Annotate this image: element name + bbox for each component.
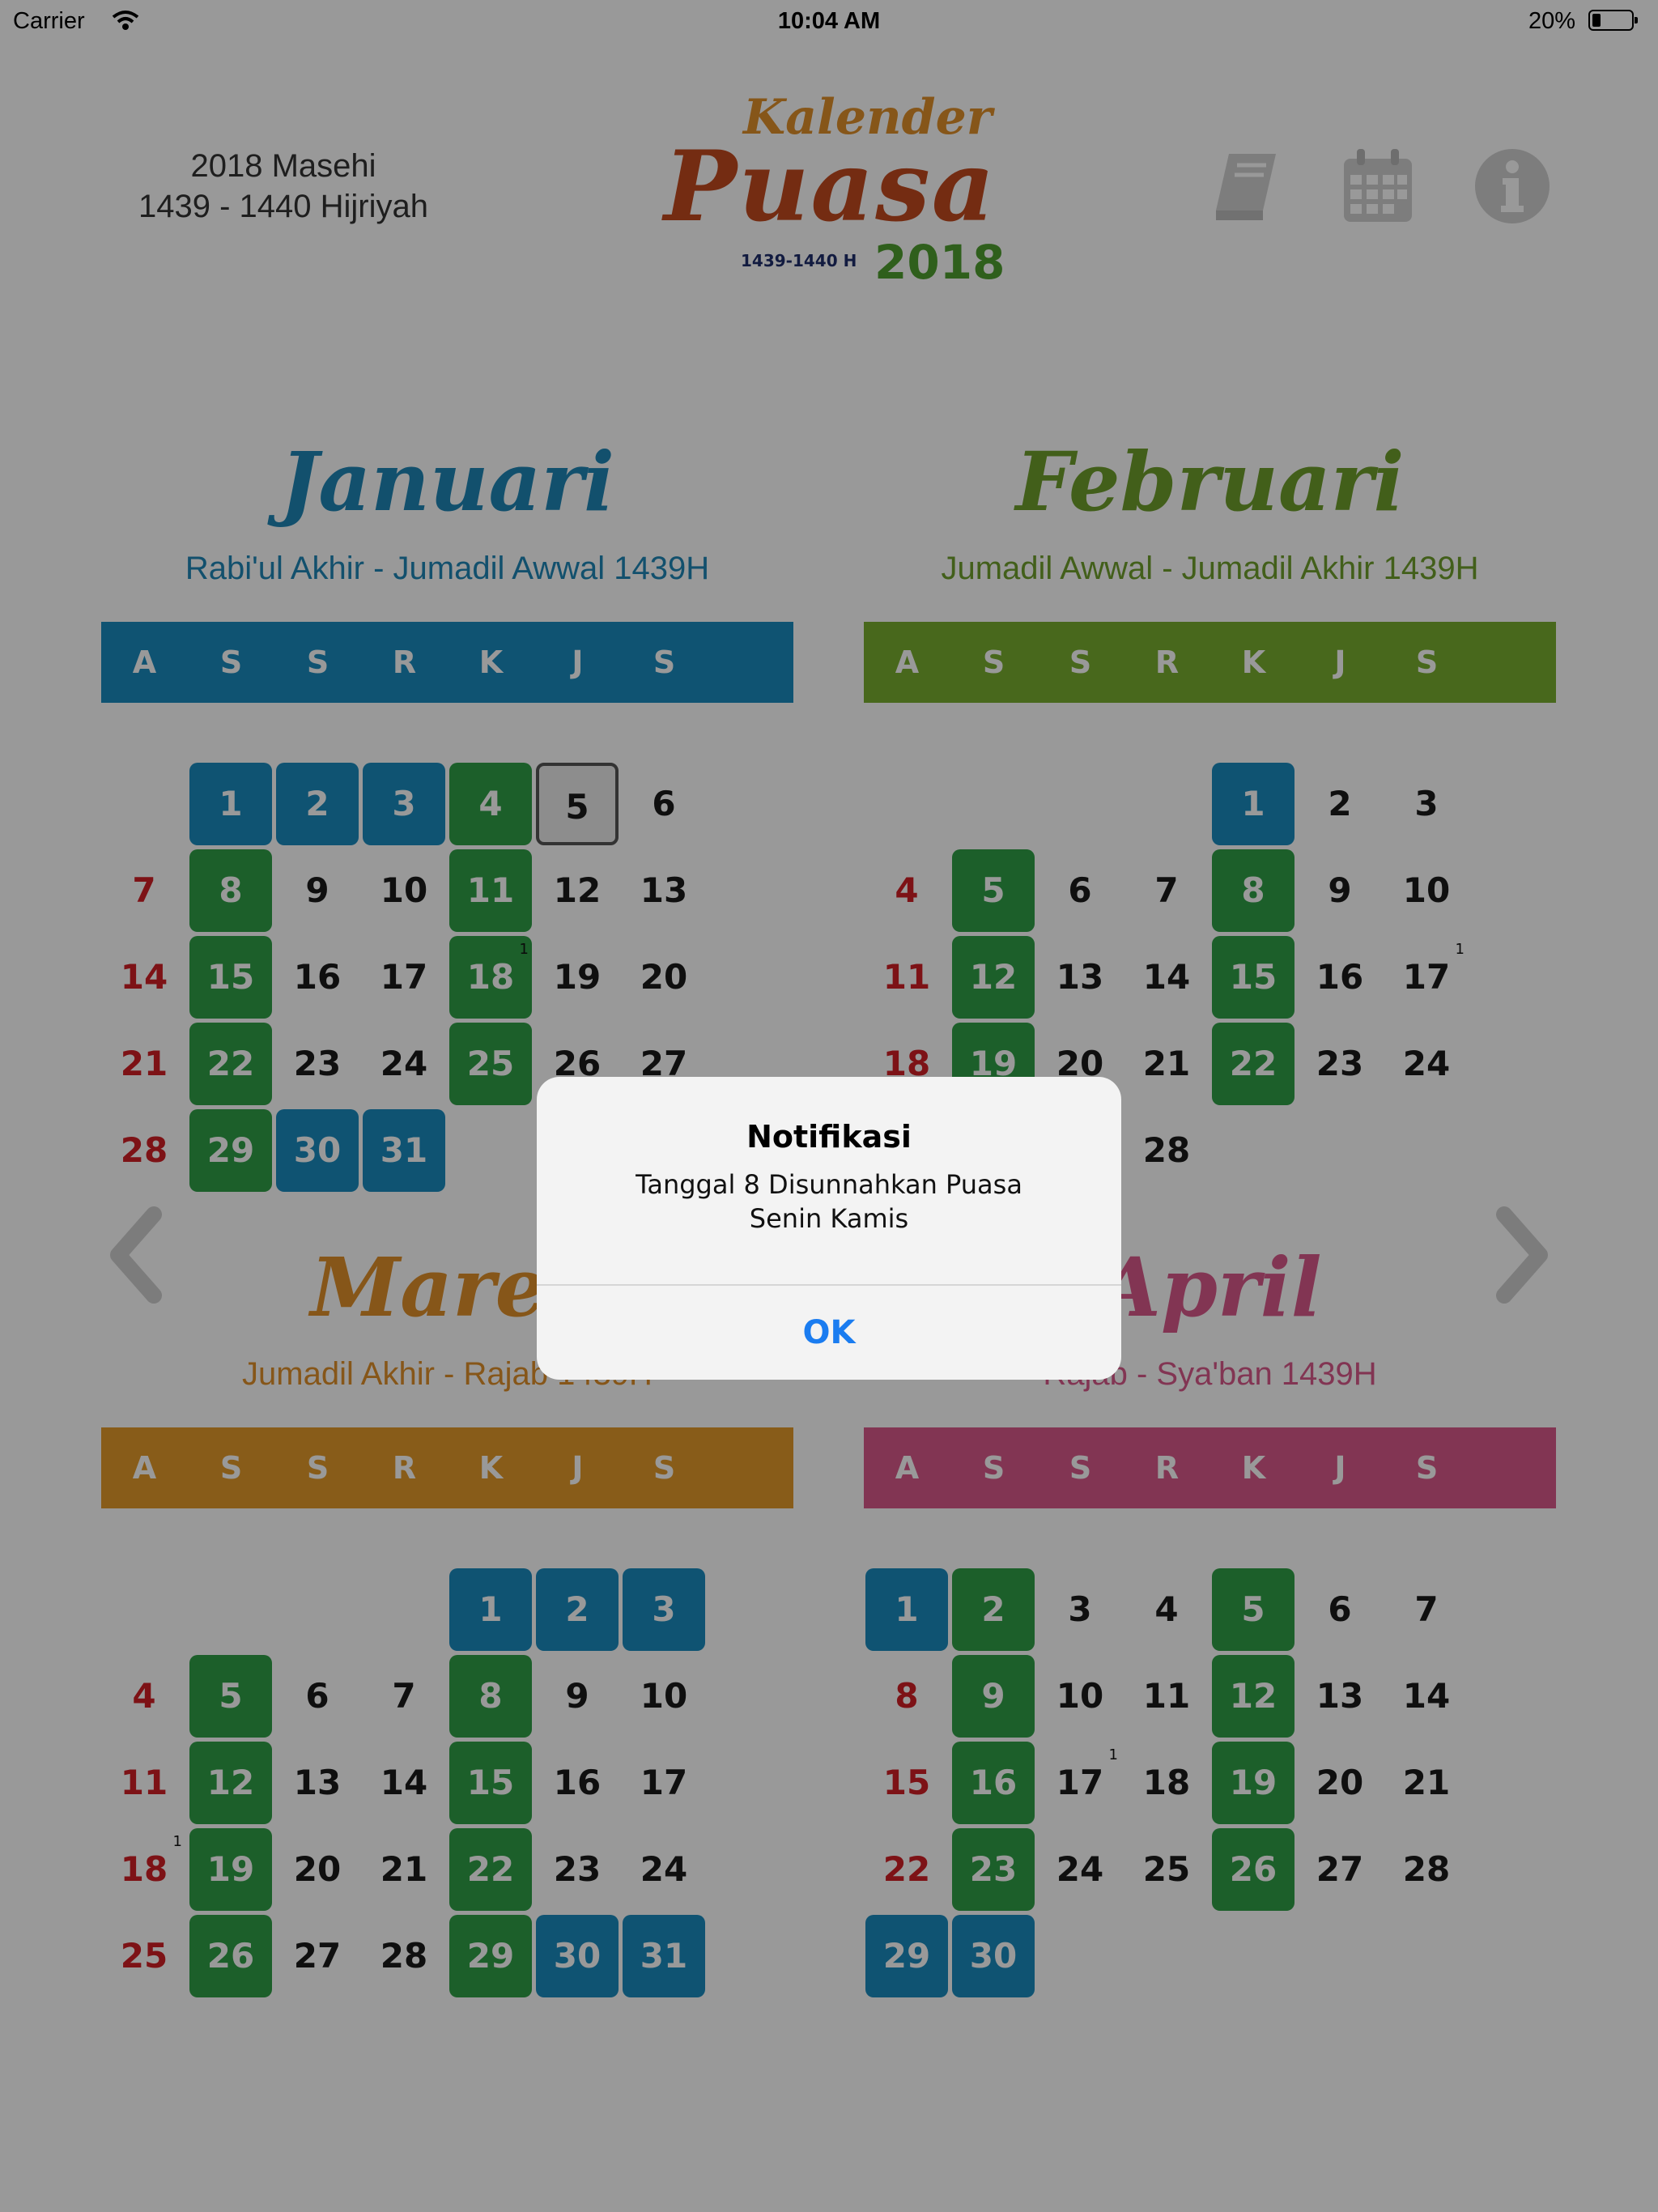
notification-dialog: Notifikasi Tanggal 8 Disunnahkan Puasa S…	[537, 1077, 1121, 1380]
dialog-title: Notifikasi	[746, 1119, 912, 1155]
dialog-message-line1: Tanggal 8 Disunnahkan Puasa	[636, 1169, 1022, 1200]
dialog-message-line2: Senin Kamis	[749, 1203, 909, 1234]
ok-button[interactable]: OK	[537, 1286, 1121, 1380]
